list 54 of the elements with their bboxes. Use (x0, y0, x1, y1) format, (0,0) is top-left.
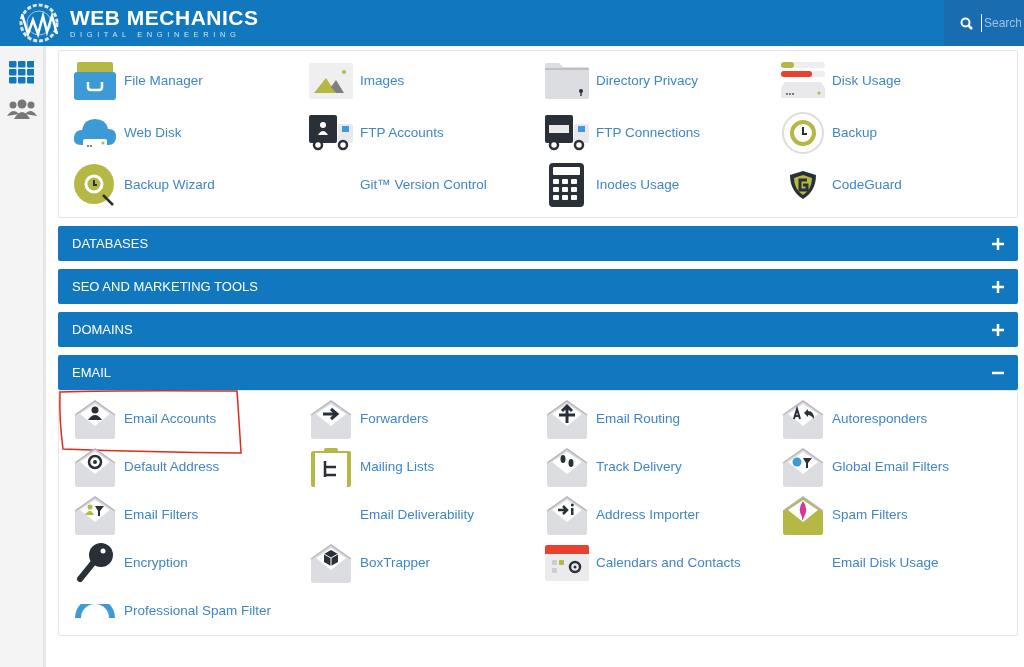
plus-icon (992, 237, 1004, 250)
drawer-icon (73, 62, 117, 100)
tool-link[interactable]: Images (309, 59, 405, 103)
tool-link[interactable]: Email Routing (545, 397, 681, 441)
key-icon (75, 541, 115, 585)
calendar-icon (545, 545, 589, 581)
tool-link[interactable]: Autoresponders (781, 397, 928, 441)
section-header[interactable]: SEO AND MARKETING TOOLS (58, 269, 1018, 304)
tool-link[interactable]: Professional Spam Filter (73, 589, 272, 633)
search-field[interactable]: Search (981, 14, 1021, 32)
shield-icon (788, 170, 818, 200)
tool-link[interactable]: Git™ Version Control (309, 163, 487, 207)
truck-icon (545, 115, 589, 151)
tool-link[interactable]: Global Email Filters (781, 445, 950, 489)
clock-icon (781, 111, 825, 155)
tool-link[interactable]: Calendars and Contacts (545, 541, 741, 585)
tool-link[interactable]: Email Deliverability (309, 493, 475, 537)
section-title: DOMAINS (72, 320, 133, 339)
section-title: SEO AND MARKETING TOOLS (72, 277, 258, 296)
tool-link[interactable]: Spam Filters (781, 493, 908, 537)
tool-link[interactable]: Default Address (73, 445, 220, 489)
tool-link[interactable]: Directory Privacy (545, 59, 698, 103)
tool-link[interactable]: Web Disk (73, 111, 182, 155)
section-header[interactable]: DATABASES (58, 226, 1018, 261)
tool-link[interactable]: File Manager (73, 59, 203, 103)
tool-link[interactable]: Address Importer (545, 493, 700, 537)
clipboard-icon (309, 447, 353, 487)
truck-icon (309, 115, 353, 151)
tool-link[interactable]: Email Disk Usage (781, 541, 939, 585)
tool-link[interactable]: BoxTrapper (309, 541, 431, 585)
section-title: EMAIL (72, 363, 111, 382)
search-icon (960, 16, 973, 30)
tool-link[interactable]: Encryption (73, 541, 188, 585)
tool-link[interactable]: Disk Usage (781, 59, 902, 103)
tool-link[interactable]: FTP Accounts (309, 111, 444, 155)
tool-link[interactable]: FTP Connections (545, 111, 701, 155)
tool-link[interactable]: Backup Wizard (73, 163, 215, 207)
plus-icon (992, 280, 1004, 293)
plus-icon (992, 323, 1004, 336)
section-title: DATABASES (72, 234, 149, 253)
section-header[interactable]: EMAIL (58, 355, 1018, 390)
tool-link[interactable]: Mailing Lists (309, 445, 435, 489)
brand-name: WEB MECHANICS (70, 7, 259, 29)
folder-icon (545, 63, 589, 99)
tool-link[interactable]: CodeGuard (781, 163, 902, 207)
section-header[interactable]: DOMAINS (58, 312, 1018, 347)
tool-link[interactable]: Email Filters (73, 493, 199, 537)
clock-wand-icon (73, 163, 117, 207)
tool-link[interactable]: Backup (781, 111, 878, 155)
disk-meter-icon (781, 62, 825, 100)
tool-link[interactable]: Inodes Usage (545, 163, 680, 207)
image-icon (309, 63, 353, 99)
tool-link[interactable]: Track Delivery (545, 445, 682, 489)
tool-link[interactable]: Forwarders (309, 397, 429, 441)
